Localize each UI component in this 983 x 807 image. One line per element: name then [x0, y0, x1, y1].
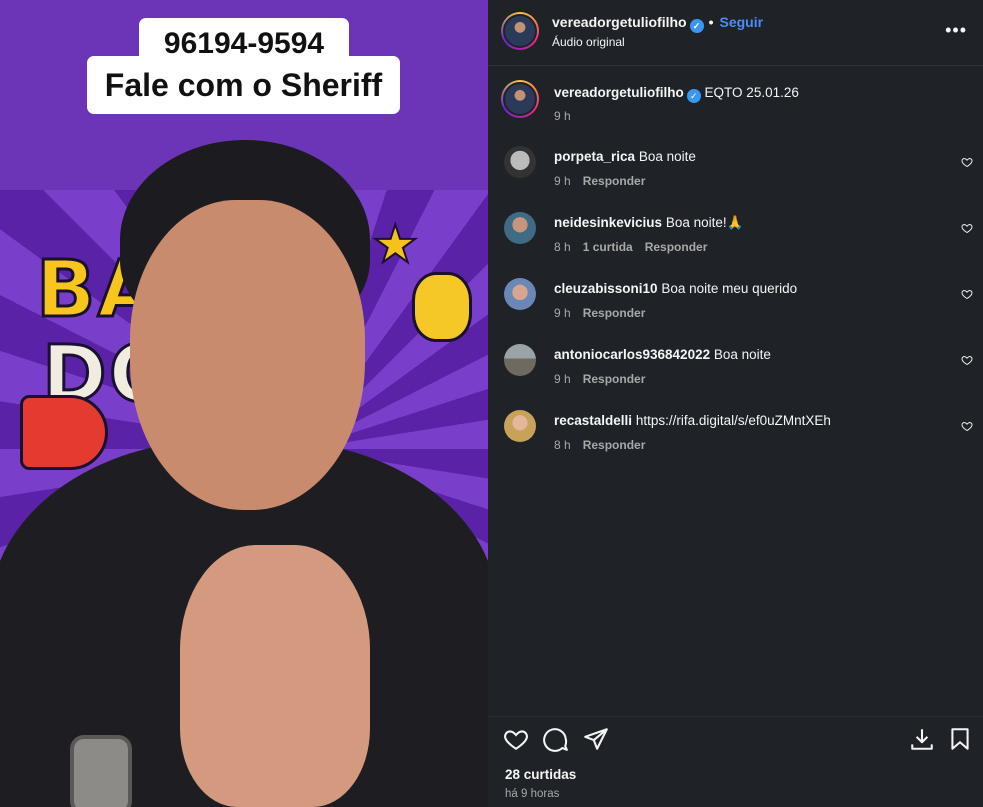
- comment-username[interactable]: neidesinkevicius: [554, 215, 662, 230]
- follow-button[interactable]: Seguir: [719, 14, 763, 30]
- comment-text-line: recastaldelli https://rifa.digital/s/ef0…: [554, 412, 944, 430]
- comment-time[interactable]: 9 h: [554, 372, 571, 386]
- reply-button[interactable]: Responder: [645, 240, 708, 254]
- author-avatar[interactable]: [501, 12, 539, 50]
- comment-username[interactable]: porpeta_rica: [554, 149, 635, 164]
- caption-author-avatar[interactable]: [501, 80, 539, 118]
- more-options-icon[interactable]: •••: [945, 20, 967, 41]
- reel-video[interactable]: BA DO ★ 96194-9594 Fale com o Sheriff: [0, 0, 488, 807]
- person-face: [130, 200, 365, 510]
- comment-like-heart-icon[interactable]: [961, 156, 973, 168]
- comment-username[interactable]: antoniocarlos936842022: [554, 347, 710, 362]
- post-action-bar: [488, 716, 983, 760]
- reply-button[interactable]: Responder: [583, 438, 646, 452]
- comment-username[interactable]: cleuzabissoni10: [554, 281, 658, 296]
- comment-text[interactable]: https://rifa.digital/s/ef0uZMntXEh: [636, 413, 831, 428]
- verified-badge-icon: ✓: [686, 89, 701, 103]
- comment-meta: 9 h Responder: [554, 174, 657, 188]
- comment-text: Boa noite!🙏: [665, 215, 744, 230]
- verified-badge-icon: ✓: [689, 19, 704, 33]
- caption-text: EQTO 25.01.26: [704, 85, 799, 100]
- likes-count[interactable]: 28 curtidas: [505, 767, 576, 782]
- comment-username[interactable]: recastaldelli: [554, 413, 632, 428]
- comment-meta: 8 h Responder: [554, 438, 657, 452]
- commenter-avatar[interactable]: [504, 410, 536, 442]
- comment-text-line: antoniocarlos936842022 Boa noite: [554, 346, 944, 364]
- commenter-avatar[interactable]: [504, 212, 536, 244]
- commenter-avatar[interactable]: [504, 344, 536, 376]
- comment-like-heart-icon[interactable]: [961, 222, 973, 234]
- person-hands: [180, 545, 370, 807]
- megaphone-illustration: [20, 395, 108, 470]
- caption-meta: 9 h: [554, 109, 583, 123]
- caption-text-line: vereadorgetuliofilho ✓ EQTO 25.01.26: [554, 84, 944, 103]
- comment-like-heart-icon[interactable]: [961, 354, 973, 366]
- comment-time[interactable]: 8 h: [554, 438, 571, 452]
- post-side-panel: vereadorgetuliofilho ✓ • Seguir Áudio origi…: [488, 0, 983, 807]
- caption-time[interactable]: 9 h: [554, 109, 571, 123]
- separator-dot: •: [708, 14, 714, 30]
- reply-button[interactable]: Responder: [583, 306, 646, 320]
- author-line: vereadorgetuliofilho ✓ • Seguir: [552, 14, 763, 33]
- smartwatch: [70, 735, 132, 807]
- comment-meta: 9 h Responder: [554, 306, 657, 320]
- comment-like-heart-icon[interactable]: [961, 420, 973, 432]
- star-icon: ★: [371, 215, 420, 275]
- comment-meta: 8 h 1 curtida Responder: [554, 240, 719, 254]
- comment-text-line: porpeta_rica Boa noite: [554, 148, 944, 166]
- comment-like-heart-icon[interactable]: [961, 288, 973, 300]
- post-header: vereadorgetuliofilho ✓ • Seguir Áudio origi…: [488, 0, 983, 66]
- comment-time[interactable]: 8 h: [554, 240, 571, 254]
- share-send-icon[interactable]: [583, 726, 609, 752]
- theater-masks-illustration: [412, 272, 472, 342]
- comment-text: Boa noite meu querido: [661, 281, 798, 296]
- sheriff-caption: Fale com o Sheriff: [87, 56, 400, 114]
- like-heart-icon[interactable]: [503, 726, 529, 752]
- comment-text-line: cleuzabissoni10 Boa noite meu querido: [554, 280, 944, 298]
- comment-text: Boa noite: [638, 149, 696, 164]
- commenter-avatar[interactable]: [504, 278, 536, 310]
- reply-button[interactable]: Responder: [583, 174, 646, 188]
- comment-time[interactable]: 9 h: [554, 174, 571, 188]
- author-username[interactable]: vereadorgetuliofilho: [552, 14, 687, 30]
- reply-button[interactable]: Responder: [583, 372, 646, 386]
- comment-text: Boa noite: [713, 347, 771, 362]
- comment-likes-count[interactable]: 1 curtida: [583, 240, 633, 254]
- download-icon[interactable]: [909, 726, 935, 752]
- caption-username[interactable]: vereadorgetuliofilho: [554, 85, 684, 100]
- audio-label[interactable]: Áudio original: [552, 35, 625, 49]
- comment-text-line: neidesinkevicius Boa noite!🙏: [554, 214, 944, 232]
- post-time-ago[interactable]: há 9 horas: [505, 788, 559, 800]
- comment-meta: 9 h Responder: [554, 372, 657, 386]
- save-bookmark-icon[interactable]: [947, 726, 973, 752]
- comment-time[interactable]: 9 h: [554, 306, 571, 320]
- commenter-avatar[interactable]: [504, 146, 536, 178]
- comment-bubble-icon[interactable]: [543, 726, 569, 752]
